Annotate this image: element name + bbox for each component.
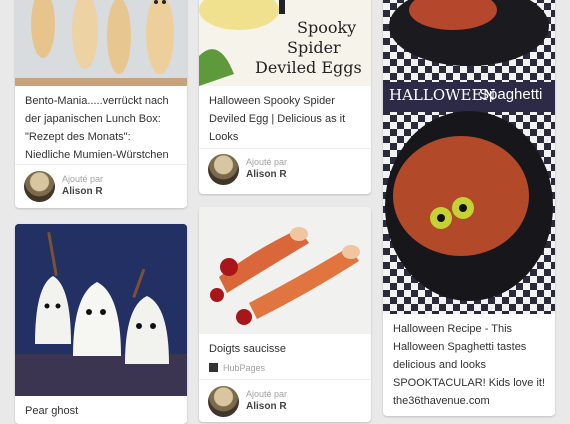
sausage-fingers-illustration [199,207,371,334]
image-text-spooky: Spooky [297,18,357,37]
image-text-spider: Spider [287,38,341,57]
pinned-by-label: Ajouté par [246,157,288,167]
pin-image-pear-ghost[interactable] [15,224,187,396]
pin-title[interactable]: Doigts saucisse [209,340,361,358]
pin-title[interactable]: Halloween Spooky Spider Deviled Egg | De… [209,92,361,146]
pin-title[interactable]: Pear ghost [25,402,177,420]
pinner-name[interactable]: Alison R [246,169,287,180]
image-text-spaghetti: Spaghetti [479,86,543,103]
pin-title[interactable]: Bento-Mania.....verrückt nach der japani… [25,92,177,164]
pinner-attribution[interactable]: Ajouté par Alison R [208,154,363,188]
hubpages-icon [209,363,218,372]
mummy-sausages-illustration [15,0,187,86]
pear-ghost-illustration [15,224,187,396]
divider [199,379,371,380]
pin-image-spider-eggs[interactable]: Spooky Spider Deviled Eggs [199,0,371,86]
image-text-deviled-eggs: Deviled Eggs [255,58,362,77]
pin-card-pear-ghost[interactable]: Pear ghost [15,224,187,424]
avatar[interactable] [208,386,239,417]
pinned-by-label: Ajouté par [62,174,104,184]
pinned-by-label: Ajouté par [246,389,288,399]
pin-image-mummy-sausages[interactable] [15,0,187,86]
divider [199,148,371,149]
pin-card-spider-eggs[interactable]: Spooky Spider Deviled Eggs Halloween Spo… [199,0,371,194]
pin-card-halloween-spaghetti[interactable]: HALLOWEEN Spaghetti Halloween Recipe - T… [383,0,555,416]
pinner-name[interactable]: Alison R [62,186,103,197]
avatar[interactable] [24,171,55,202]
halloween-spaghetti-illustration [383,0,555,314]
source-name[interactable]: HubPages [223,363,265,373]
pin-card-sausage-fingers[interactable]: Doigts saucisse HubPages Ajouté par Alis… [199,207,371,422]
pinner-attribution[interactable]: Ajouté par Alison R [208,386,363,420]
pin-card-mummy-sausages[interactable]: Bento-Mania.....verrückt nach der japani… [15,0,187,208]
pin-title[interactable]: Halloween Recipe - This Halloween Spaghe… [393,320,545,410]
avatar[interactable] [208,154,239,185]
pinner-attribution[interactable]: Ajouté par Alison R [24,171,179,205]
pin-source[interactable]: HubPages [209,363,265,373]
pinner-name[interactable]: Alison R [246,401,287,412]
divider [15,164,187,165]
pin-image-sausage-fingers[interactable] [199,207,371,334]
pin-image-halloween-spaghetti[interactable]: HALLOWEEN Spaghetti [383,0,555,314]
